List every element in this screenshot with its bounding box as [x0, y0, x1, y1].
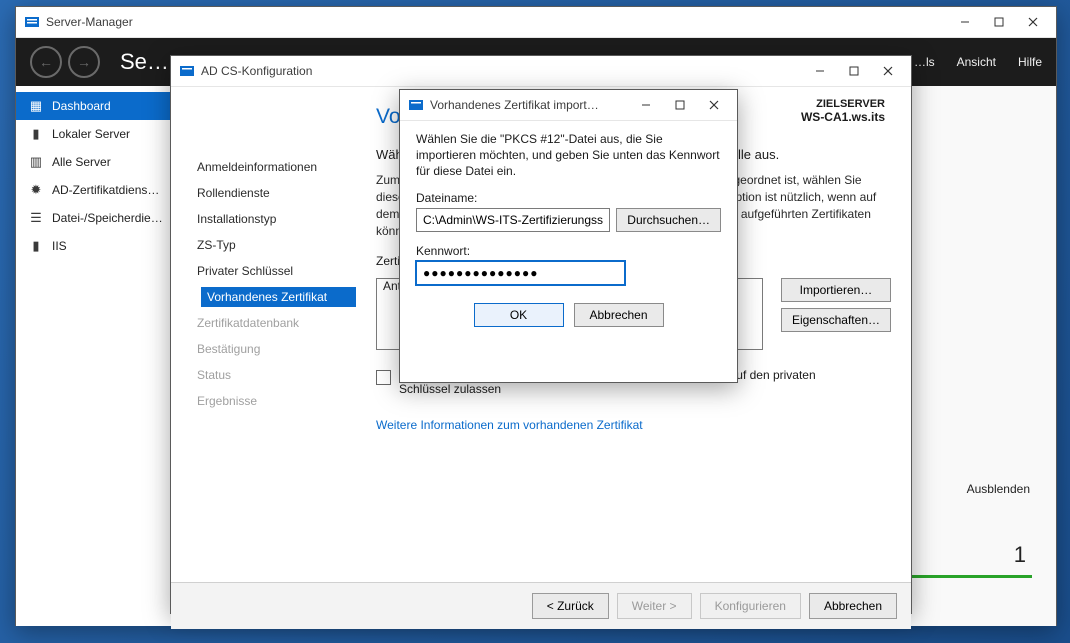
checkbox-icon[interactable] [376, 370, 391, 385]
adcs-titlebar: AD CS-Konfiguration [171, 56, 911, 87]
next-button: Weiter > [617, 593, 692, 619]
server-manager-title: Server-Manager [46, 15, 948, 29]
filename-input[interactable] [416, 208, 610, 232]
step-setuptype[interactable]: Installationstyp [191, 209, 356, 229]
destination-server: ZIELSERVER WS-CA1.ws.its [801, 98, 885, 124]
destination-value: WS-CA1.ws.its [801, 110, 885, 124]
step-privatekey[interactable]: Privater Schlüssel [191, 261, 356, 281]
sidebar-item-label: Datei-/Speicherdie… [52, 211, 163, 225]
step-results: Ergebnisse [191, 391, 356, 411]
maximize-button[interactable] [663, 92, 697, 118]
import-button[interactable]: Importieren… [781, 278, 891, 302]
close-button[interactable] [697, 92, 731, 118]
server-icon: ▮ [28, 126, 44, 142]
import-intro: Wählen Sie die "PKCS #12"-Datei aus, die… [416, 131, 721, 179]
password-input[interactable] [416, 261, 625, 285]
minimize-button[interactable] [803, 58, 837, 84]
step-existing-cert[interactable]: Vorhandenes Zertifikat [201, 287, 356, 307]
sidebar-item-label: AD-Zertifikatdiens… [52, 183, 159, 197]
menu-item[interactable]: Ansicht [957, 55, 996, 69]
server-manager-icon [24, 14, 40, 30]
menu-item[interactable]: Hilfe [1018, 55, 1042, 69]
step-status: Status [191, 365, 356, 385]
sidebar-item-label: Dashboard [52, 99, 111, 113]
import-cert-dialog: Vorhandenes Zertifikat import… Wählen Si… [399, 89, 738, 383]
import-title: Vorhandenes Zertifikat import… [430, 98, 629, 112]
tile-count: 1 [1014, 542, 1026, 568]
iis-icon: ▮ [28, 238, 44, 254]
step-catype[interactable]: ZS-Typ [191, 235, 356, 255]
wizard-steps: Anmeldeinformationen Rollendienste Insta… [191, 101, 356, 582]
step-certdb: Zertifikatdatenbank [191, 313, 356, 333]
adcs-title: AD CS-Konfiguration [201, 64, 803, 78]
storage-icon: ☰ [28, 210, 44, 226]
step-credentials[interactable]: Anmeldeinformationen [191, 157, 356, 177]
maximize-button[interactable] [982, 9, 1016, 35]
dashboard-icon: ▦ [28, 98, 44, 114]
password-label: Kennwort: [416, 244, 721, 258]
back-button[interactable]: < Zurück [532, 593, 609, 619]
sidebar-item-label: Lokaler Server [52, 127, 130, 141]
cancel-button[interactable]: Abbrechen [574, 303, 664, 327]
nav-back-button[interactable]: ← [30, 46, 62, 78]
filename-label: Dateiname: [416, 191, 721, 205]
ok-button[interactable]: OK [474, 303, 564, 327]
server-manager-menu: …ls Ansicht Hilfe [914, 55, 1042, 69]
sidebar-item-label: Alle Server [52, 155, 111, 169]
import-titlebar: Vorhandenes Zertifikat import… [400, 90, 737, 121]
maximize-button[interactable] [837, 58, 871, 84]
minimize-button[interactable] [948, 9, 982, 35]
more-info-link[interactable]: Weitere Informationen zum vorhandenen Ze… [376, 418, 891, 432]
close-button[interactable] [871, 58, 905, 84]
step-confirm: Bestätigung [191, 339, 356, 359]
wizard-footer: < Zurück Weiter > Konfigurieren Abbreche… [171, 582, 911, 629]
browse-button[interactable]: Durchsuchen… [616, 208, 721, 232]
configure-button: Konfigurieren [700, 593, 801, 619]
nav-forward-button[interactable]: → [68, 46, 100, 78]
step-roleservices[interactable]: Rollendienste [191, 183, 356, 203]
cancel-button[interactable]: Abbrechen [809, 593, 897, 619]
server-manager-titlebar: Server-Manager [16, 7, 1056, 38]
close-button[interactable] [1016, 9, 1050, 35]
server-manager-icon [408, 97, 424, 113]
sidebar-item-label: IIS [52, 239, 67, 253]
server-manager-icon [179, 63, 195, 79]
servers-icon: ▥ [28, 154, 44, 170]
cert-icon: ✹ [28, 182, 44, 198]
minimize-button[interactable] [629, 92, 663, 118]
menu-item[interactable]: …ls [914, 55, 935, 69]
properties-button[interactable]: Eigenschaften… [781, 308, 891, 332]
hide-button[interactable]: Ausblenden [967, 482, 1030, 496]
destination-label: ZIELSERVER [801, 98, 885, 110]
